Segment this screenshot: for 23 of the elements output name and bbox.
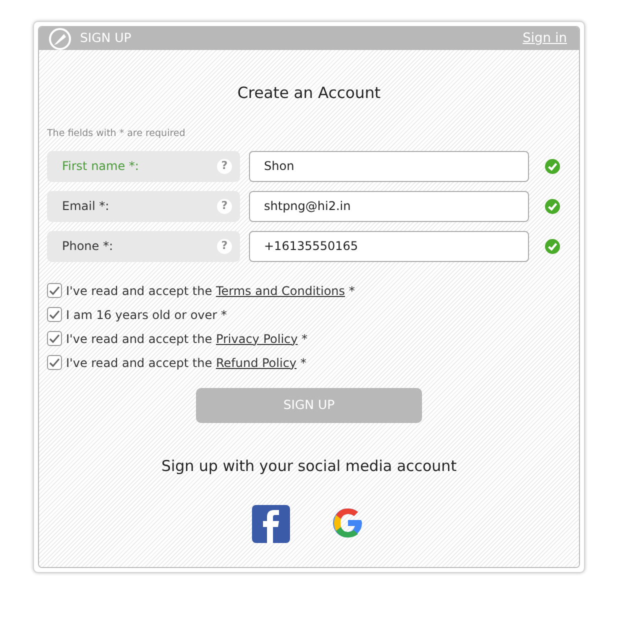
agreement-text: I've read and accept the Refund Policy * xyxy=(66,354,306,372)
agreement-text: I am 16 years old or over * xyxy=(66,306,227,324)
required-note: The fields with * are required xyxy=(47,127,186,142)
social-title: Sign up with your social media account xyxy=(160,456,458,476)
checkbox[interactable] xyxy=(47,283,62,298)
checkbox[interactable] xyxy=(47,307,62,322)
facebook-icon[interactable] xyxy=(252,505,290,543)
policy-link[interactable]: Privacy Policy xyxy=(216,332,298,346)
form-title: Create an Account xyxy=(236,83,382,104)
policy-link[interactable]: Refund Policy xyxy=(216,356,297,370)
checkbox[interactable] xyxy=(47,355,62,370)
policy-link[interactable]: Terms and Conditions xyxy=(216,284,346,298)
field-label: Phone *: xyxy=(62,238,114,255)
text-input[interactable]: shtpng@hi2.in xyxy=(249,190,529,222)
agreement-text: I've read and accept the Privacy Policy * xyxy=(66,330,308,348)
text-input[interactable]: +16135550165 xyxy=(249,230,529,262)
field-label: First name *: xyxy=(62,158,139,175)
header-title: SIGN UP xyxy=(80,29,132,48)
logo-icon xyxy=(48,28,72,50)
text-input[interactable]: Shon xyxy=(249,150,529,182)
checkbox[interactable] xyxy=(47,331,62,346)
agreement-text: I've read and accept the Terms and Conditions * xyxy=(66,282,355,300)
field-label: Email *: xyxy=(62,198,110,215)
